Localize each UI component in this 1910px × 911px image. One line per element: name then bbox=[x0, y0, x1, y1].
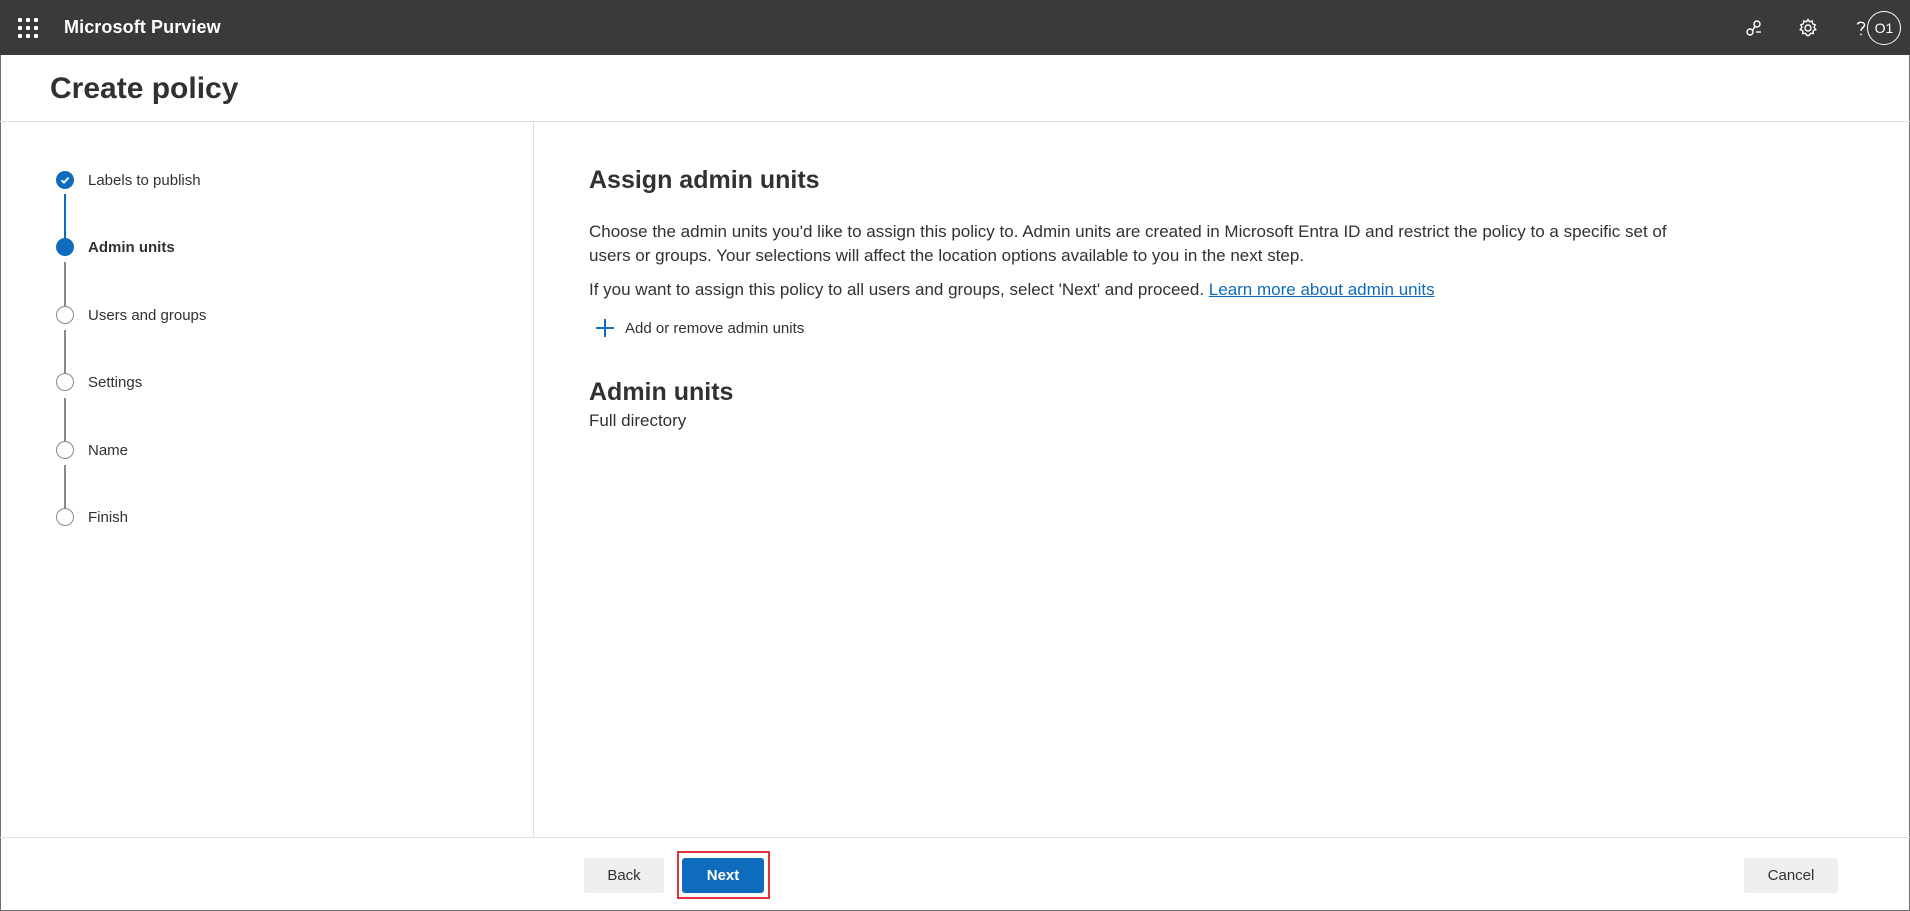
connections-icon[interactable] bbox=[1738, 12, 1770, 44]
admin-units-value: Full directory bbox=[589, 411, 687, 430]
add-remove-admin-units-button[interactable]: Add or remove admin units bbox=[595, 316, 804, 340]
add-remove-label: Add or remove admin units bbox=[625, 319, 805, 337]
settings-gear-icon[interactable] bbox=[1792, 12, 1824, 44]
highlight-box bbox=[677, 851, 770, 899]
step-finish[interactable]: Finish bbox=[56, 505, 128, 529]
current-step-indicator bbox=[56, 238, 74, 256]
top-bar: Microsoft Purview O1 bbox=[0, 0, 1910, 55]
user-avatar[interactable]: O1 bbox=[1867, 11, 1901, 45]
description-text: Choose the admin units you'd like to ass… bbox=[589, 222, 1667, 265]
step-settings[interactable]: Settings bbox=[56, 370, 142, 394]
admin-units-heading: Admin units bbox=[589, 378, 734, 406]
cancel-button[interactable]: Cancel bbox=[1744, 858, 1838, 893]
pending-step-indicator bbox=[56, 508, 74, 526]
page-title: Create policy bbox=[50, 72, 239, 105]
learn-more-link[interactable]: Learn more about admin units bbox=[1209, 280, 1435, 299]
wizard-steps-panel: Labels to publish Admin units Users and … bbox=[0, 122, 534, 837]
back-button[interactable]: Back bbox=[584, 858, 664, 893]
all-users-note: If you want to assign this policy to all… bbox=[589, 278, 1789, 302]
step-label: Users and groups bbox=[88, 306, 207, 324]
step-label: Admin units bbox=[88, 238, 175, 256]
all-users-text: If you want to assign this policy to all… bbox=[589, 280, 1205, 299]
pending-step-indicator bbox=[56, 441, 74, 459]
step-labels-to-publish[interactable]: Labels to publish bbox=[56, 168, 201, 192]
step-label: Labels to publish bbox=[88, 171, 201, 189]
pending-step-indicator bbox=[56, 373, 74, 391]
step-label: Settings bbox=[88, 373, 143, 391]
step-label: Name bbox=[88, 441, 129, 459]
section-heading: Assign admin units bbox=[589, 166, 820, 194]
app-launcher-icon[interactable] bbox=[16, 16, 38, 38]
plus-icon bbox=[595, 318, 615, 338]
app-title[interactable]: Microsoft Purview bbox=[64, 17, 221, 38]
pending-step-indicator bbox=[56, 306, 74, 324]
checkmark-icon bbox=[56, 171, 74, 189]
step-name[interactable]: Name bbox=[56, 438, 128, 462]
footer-divider bbox=[0, 837, 1910, 838]
step-admin-units[interactable]: Admin units bbox=[56, 235, 175, 259]
step-users-and-groups[interactable]: Users and groups bbox=[56, 303, 206, 327]
step-label: Finish bbox=[88, 508, 129, 526]
